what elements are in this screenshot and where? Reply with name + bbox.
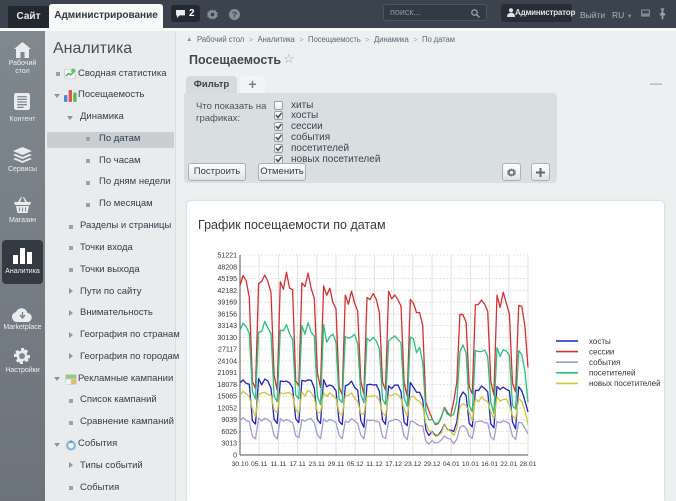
svg-text:16.01: 16.01	[481, 461, 498, 468]
svg-text:36156: 36156	[218, 311, 238, 318]
svg-text:30130: 30130	[218, 335, 238, 342]
svg-text:события: события	[589, 358, 620, 367]
svg-text:22.01: 22.01	[500, 461, 517, 468]
svg-text:11.12: 11.12	[366, 461, 383, 468]
svg-text:3013: 3013	[221, 441, 237, 448]
svg-text:23.12: 23.12	[404, 461, 421, 468]
svg-text:29.12: 29.12	[423, 461, 440, 468]
svg-text:17.11: 17.11	[289, 461, 306, 468]
svg-text:10.01: 10.01	[462, 461, 479, 468]
svg-text:30.10: 30.10	[231, 461, 248, 468]
svg-text:?: ?	[232, 10, 237, 19]
svg-text:04.01: 04.01	[443, 461, 460, 468]
svg-text:сессии: сессии	[589, 347, 614, 356]
svg-text:9039: 9039	[221, 417, 237, 424]
svg-text:39169: 39169	[218, 300, 238, 307]
svg-text:6026: 6026	[221, 429, 237, 436]
svg-text:33143: 33143	[218, 323, 238, 330]
svg-text:11.11: 11.11	[270, 461, 286, 468]
svg-text:51221: 51221	[218, 253, 238, 260]
svg-text:05.11: 05.11	[251, 461, 268, 468]
svg-text:18078: 18078	[218, 382, 238, 389]
svg-text:05.12: 05.12	[347, 461, 364, 468]
svg-text:23.11: 23.11	[309, 461, 326, 468]
svg-text:15065: 15065	[218, 394, 238, 401]
svg-text:новых посетителей: новых посетителей	[589, 379, 661, 388]
svg-text:29.11: 29.11	[328, 461, 345, 468]
svg-text:27117: 27117	[218, 347, 237, 354]
svg-text:0: 0	[233, 453, 237, 460]
svg-text:28.01: 28.01	[519, 461, 536, 468]
svg-text:17.12: 17.12	[385, 461, 402, 468]
svg-text:24104: 24104	[218, 358, 238, 365]
svg-text:48208: 48208	[218, 264, 238, 271]
svg-text:посетителей: посетителей	[589, 369, 635, 378]
svg-text:45195: 45195	[218, 276, 238, 283]
svg-text:12052: 12052	[218, 405, 238, 412]
svg-text:42182: 42182	[218, 288, 238, 295]
svg-text:хосты: хосты	[589, 337, 611, 346]
svg-text:21091: 21091	[218, 370, 238, 377]
